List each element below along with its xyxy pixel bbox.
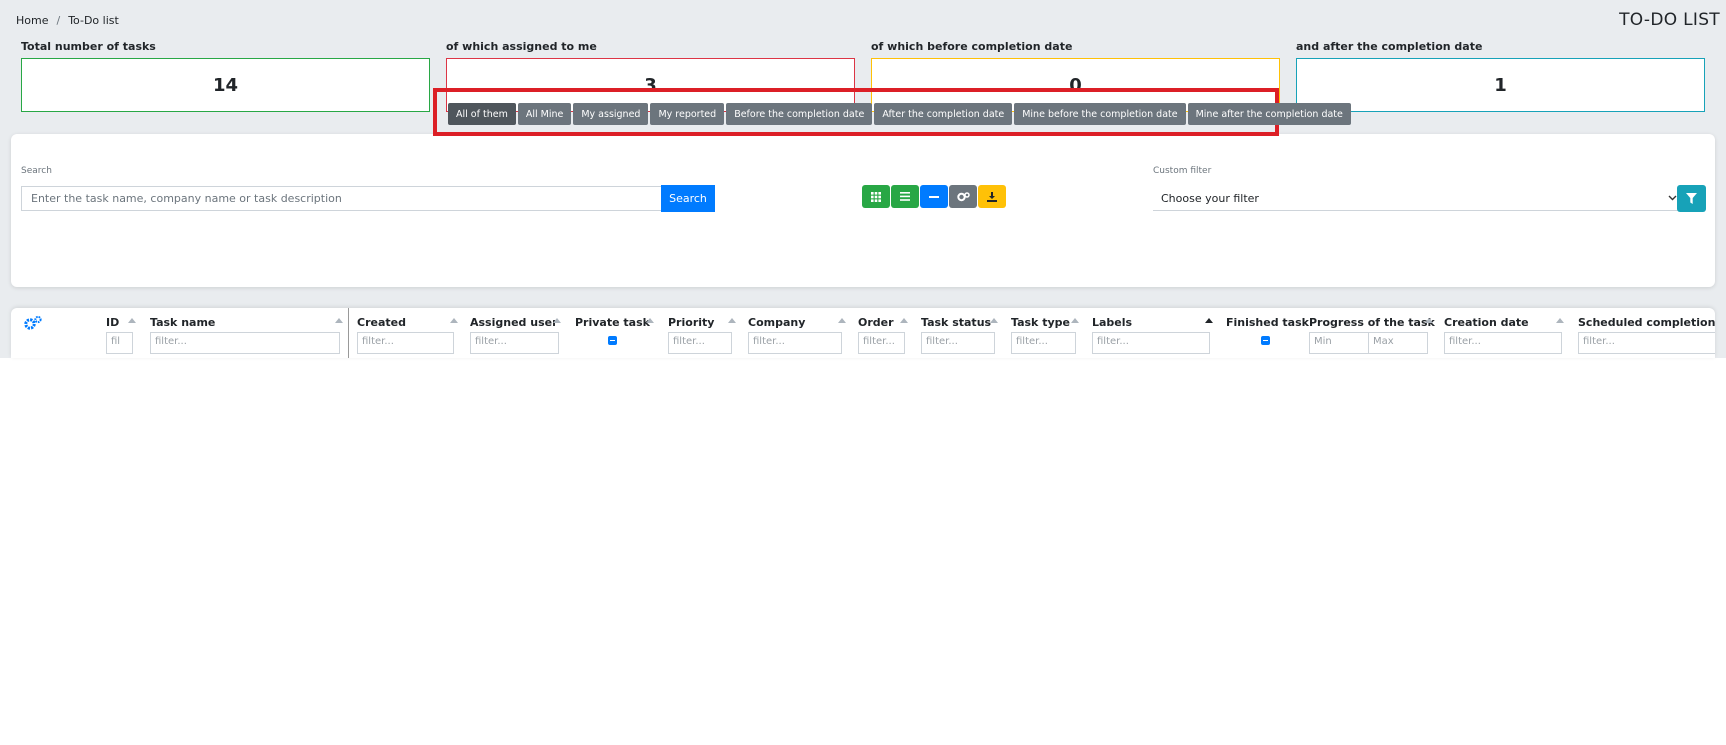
grid-view-button[interactable] [862, 185, 890, 208]
page-title: TO-DO LIST [1619, 10, 1720, 30]
sort-icon[interactable] [1071, 318, 1079, 323]
stat-total-tasks: Total number of tasks 14 [21, 40, 430, 112]
sort-icon[interactable] [450, 318, 458, 323]
tab-mine-after-completion-date[interactable]: Mine after the completion date [1187, 103, 1351, 125]
filter-input-created[interactable]: filter... [357, 332, 454, 354]
filter-input-order[interactable]: filter... [858, 332, 905, 354]
grid-icon [871, 191, 881, 202]
stat-label: of which assigned to me [446, 40, 597, 53]
filter-input-task-status[interactable]: filter... [921, 332, 995, 354]
cogs-icon [956, 191, 970, 201]
chevron-down-icon [1668, 195, 1677, 201]
tab-all-of-them[interactable]: All of them [448, 103, 516, 125]
filter-input-creation-date[interactable]: filter... [1444, 332, 1562, 354]
search-input[interactable]: Enter the task name, company name or tas… [21, 186, 673, 211]
column-header-finished-task[interactable]: Finished task [1226, 316, 1309, 329]
custom-filter-value: Choose your filter [1161, 191, 1259, 205]
stat-label: Total number of tasks [21, 40, 156, 53]
finished-task-checkbox[interactable] [1261, 336, 1270, 345]
settings-button[interactable] [949, 185, 977, 208]
download-icon [987, 191, 997, 202]
tab-my-assigned[interactable]: My assigned [573, 103, 649, 125]
column-header-order[interactable]: Order [858, 316, 894, 329]
stat-label: of which before completion date [871, 40, 1073, 53]
column-header-priority[interactable]: Priority [668, 316, 714, 329]
search-label: Search [21, 166, 52, 176]
column-header-task-type[interactable]: Task type [1011, 316, 1070, 329]
stat-label: and after the completion date [1296, 40, 1483, 53]
sort-icon[interactable] [728, 318, 736, 323]
filter-input-assigned-user[interactable]: filter... [470, 332, 559, 354]
filter-input-labels[interactable]: filter... [1092, 332, 1210, 354]
tab-mine-before-completion-date[interactable]: Mine before the completion date [1014, 103, 1186, 125]
breadcrumb-home[interactable]: Home [16, 14, 48, 27]
tab-before-completion-date[interactable]: Before the completion date [726, 103, 873, 125]
breadcrumb-separator: / [56, 14, 61, 27]
column-header-progress[interactable]: Progress of the task [1309, 316, 1435, 329]
task-table: ID fil Task name filter... Created filte… [11, 308, 1715, 358]
sort-icon[interactable] [990, 318, 998, 323]
filter-input-id[interactable]: fil [106, 332, 133, 354]
column-header-task-name[interactable]: Task name [150, 316, 215, 329]
column-header-id[interactable]: ID [106, 316, 119, 329]
filter-input-task-name[interactable]: filter... [150, 332, 340, 354]
list-view-button[interactable] [891, 185, 919, 208]
filter-input-company[interactable]: filter... [748, 332, 842, 354]
sort-asc-icon[interactable] [1205, 318, 1213, 323]
sort-icon[interactable] [838, 318, 846, 323]
column-header-private-task[interactable]: Private task [575, 316, 650, 329]
column-divider [348, 308, 349, 358]
search-button[interactable]: Search [661, 185, 715, 212]
filter-input-progress-max[interactable]: Max [1368, 332, 1428, 354]
filter-input-task-type[interactable]: filter... [1011, 332, 1076, 354]
column-header-scheduled-completion-date[interactable]: Scheduled completion date [1578, 316, 1715, 329]
stat-after-completion: and after the completion date 1 [1296, 40, 1705, 112]
sort-icon[interactable] [335, 318, 343, 323]
tab-all-mine[interactable]: All Mine [517, 103, 572, 125]
search-card: Search Enter the task name, company name… [11, 134, 1715, 287]
column-header-company[interactable]: Company [748, 316, 805, 329]
cogs-icon[interactable] [23, 315, 43, 331]
sort-icon[interactable] [553, 318, 561, 323]
sort-icon[interactable] [128, 318, 136, 323]
list-icon [900, 192, 910, 201]
column-header-assigned-user[interactable]: Assigned user [470, 316, 558, 329]
sort-icon[interactable] [646, 318, 654, 323]
filter-icon [1686, 193, 1697, 204]
export-button[interactable] [978, 185, 1006, 208]
task-filter-tabs: All of them All Mine My assigned My repo… [448, 103, 1351, 125]
stat-value: 1 [1296, 58, 1705, 112]
filter-input-priority[interactable]: filter... [668, 332, 732, 354]
column-header-task-status[interactable]: Task status [921, 316, 991, 329]
filter-input-scheduled-completion-date[interactable]: filter... [1578, 332, 1715, 354]
sort-icon[interactable] [1556, 318, 1564, 323]
custom-filter-label: Custom filter [1153, 166, 1212, 176]
column-header-creation-date[interactable]: Creation date [1444, 316, 1529, 329]
breadcrumb: Home / To-Do list [16, 14, 119, 27]
private-task-checkbox[interactable] [608, 336, 617, 345]
minus-icon [929, 195, 939, 198]
filter-input-progress-min[interactable]: Min [1309, 332, 1369, 354]
column-header-labels[interactable]: Labels [1092, 316, 1132, 329]
stat-value: 14 [21, 58, 430, 112]
custom-filter-select[interactable]: Choose your filter [1153, 186, 1685, 211]
apply-filter-button[interactable] [1677, 185, 1706, 212]
tab-after-completion-date[interactable]: After the completion date [874, 103, 1013, 125]
collapse-button[interactable] [920, 185, 948, 208]
sort-icon[interactable] [900, 318, 908, 323]
tab-my-reported[interactable]: My reported [650, 103, 725, 125]
sort-icon[interactable] [1425, 318, 1433, 323]
column-header-created[interactable]: Created [357, 316, 406, 329]
breadcrumb-current: To-Do list [68, 14, 119, 27]
